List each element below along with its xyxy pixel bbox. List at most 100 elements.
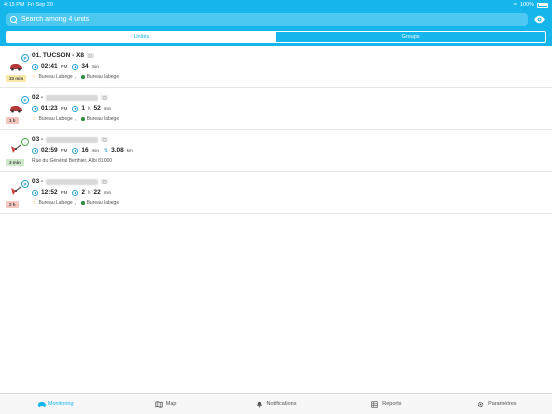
unit-name: 03 - <box>32 178 44 185</box>
tab-groups[interactable]: Groups <box>276 32 545 42</box>
unit-tag-icon: ▢ <box>87 53 94 58</box>
distance-unit: km <box>126 148 133 153</box>
star-icon: ☆ <box>32 200 37 206</box>
duration-icon <box>72 105 79 112</box>
unit-row[interactable]: P 1 h 02 - ▢ 01:23 PM 1 h 52 min ☆ Bureau… <box>0 88 552 130</box>
distance-value: 3.08 <box>111 147 124 154</box>
location-secondary: Bureau labege <box>86 116 120 122</box>
unit-list: P 33 min 01. TUCSON - X8 ▢ 02:41 PM 34 m… <box>0 46 552 214</box>
unit-times: 12:52 PM 2 h 22 min <box>32 189 111 196</box>
location-secondary: Bureau labege <box>86 74 120 80</box>
tab-label: Reports <box>382 401 402 407</box>
unit-title: 03 - ▢ <box>32 136 108 143</box>
location-secondary: Bureau labege <box>86 200 120 206</box>
redacted-plate <box>46 94 99 101</box>
unit-icon-area: P 1 h <box>4 92 30 126</box>
unit-name: 01. TUCSON - X8 <box>32 52 85 59</box>
unit-icon-area: P 33 min <box>4 50 30 84</box>
duration-value: 2 <box>81 189 85 196</box>
route-icon: ⇅ <box>103 147 109 154</box>
unit-location: ☆ Bureau Labege, Bureau labege <box>32 74 120 80</box>
tab-paramtres[interactable]: Paramètres <box>442 394 552 414</box>
unit-icon-area: P 2 h <box>4 176 30 210</box>
clock-icon <box>32 189 38 196</box>
ampm: PM <box>60 64 68 69</box>
eye-icon[interactable] <box>533 14 546 25</box>
star-icon: ☆ <box>32 74 37 80</box>
parked-badge: P <box>21 96 29 104</box>
battery-text: 100% <box>519 2 534 8</box>
tab-map[interactable]: Map <box>110 394 220 414</box>
reports-icon <box>371 400 379 408</box>
unit-row[interactable]: ↑ 3 min 03 - ▢ 02:59 PM 16 min ⇅ 3.08 km… <box>0 130 552 172</box>
clock-icon <box>32 63 38 70</box>
search-bar[interactable] <box>6 13 528 26</box>
header: 4:15 PM Fri Sep 20 ≈ 100% Unités Groups <box>0 0 552 46</box>
time-text: 4:15 PM <box>4 2 25 8</box>
bottom-tab-bar: Monitoring Map Notifications Reports Par… <box>0 393 552 414</box>
search-icon <box>10 16 17 23</box>
duration-unit: h <box>88 106 91 111</box>
geofence-dot-icon <box>81 201 85 205</box>
unit-icon-area: ↑ 3 min <box>4 134 30 168</box>
duration-value: 34 <box>81 63 89 70</box>
gear-icon <box>477 401 485 408</box>
wifi-icon: ≈ <box>513 2 517 8</box>
redacted-plate <box>46 136 99 143</box>
ampm: PM <box>60 106 68 111</box>
unit-title: 02 - ▢ <box>32 94 108 101</box>
battery-icon <box>537 2 548 8</box>
status-duration-badge: 2 h <box>6 201 19 208</box>
duration-value: 1 <box>81 105 85 112</box>
moving-badge: ↑ <box>21 138 29 146</box>
unit-row[interactable]: P 33 min 01. TUCSON - X8 ▢ 02:41 PM 34 m… <box>0 46 552 88</box>
bell-icon <box>256 401 264 408</box>
duration-unit: min <box>91 64 99 69</box>
unit-tag-icon: ▢ <box>101 179 108 184</box>
tab-notifications[interactable]: Notifications <box>221 394 331 414</box>
segmented-control: Unités Groups <box>6 31 546 43</box>
unit-tag-icon: ▢ <box>101 95 108 100</box>
tab-units[interactable]: Unités <box>7 32 276 42</box>
unit-row[interactable]: P 2 h 03 - ▢ 12:52 PM 2 h 22 min ☆ Bureau… <box>0 172 552 214</box>
unit-name: 03 - <box>32 136 44 143</box>
duration-value: 16 <box>81 147 89 154</box>
last-time: 02:41 <box>41 63 58 70</box>
location-primary: Bureau Labege <box>38 116 73 122</box>
duration-unit-2: min <box>103 190 112 195</box>
unit-times: 01:23 PM 1 h 52 min <box>32 105 111 112</box>
duration-icon <box>72 147 79 154</box>
unit-location: ☆ Bureau Labege, Bureau labege <box>32 116 120 122</box>
status-time: 4:15 PM Fri Sep 20 <box>4 2 53 8</box>
status-duration-badge: 1 h <box>6 117 19 124</box>
car-icon <box>37 401 47 408</box>
parked-badge: P <box>21 180 29 188</box>
duration-unit: h <box>88 190 91 195</box>
duration-unit: min <box>91 148 99 153</box>
tab-label: Paramètres <box>488 401 517 407</box>
tab-reports[interactable]: Reports <box>331 394 441 414</box>
duration-value-2: 22 <box>93 189 101 196</box>
duration-icon <box>72 189 79 196</box>
duration-unit-2: min <box>103 106 112 111</box>
parked-badge: P <box>21 54 29 62</box>
geofence-dot-icon <box>81 117 85 121</box>
status-duration-badge: 3 min <box>6 159 24 166</box>
search-input[interactable] <box>21 16 501 23</box>
unit-times: 02:59 PM 16 min ⇅ 3.08 km <box>32 147 133 154</box>
geofence-dot-icon <box>81 75 85 79</box>
status-duration-badge: 33 min <box>6 75 27 82</box>
status-bar: 4:15 PM Fri Sep 20 ≈ 100% <box>0 0 552 10</box>
location-address: Rue du Général Berthier, Albi 81000 <box>32 158 113 164</box>
unit-tag-icon: ▢ <box>101 137 108 142</box>
last-time: 01:23 <box>41 105 58 112</box>
unit-name: 02 - <box>32 94 44 101</box>
clock-icon <box>32 147 38 154</box>
unit-location: ☆ Bureau Labege, Bureau labege <box>32 200 120 206</box>
tab-monitoring[interactable]: Monitoring <box>0 394 110 414</box>
redacted-plate <box>46 178 99 185</box>
tab-label: Map <box>165 401 177 407</box>
status-indicators: ≈ 100% <box>514 2 548 8</box>
unit-times: 02:41 PM 34 min <box>32 63 99 70</box>
location-primary: Bureau Labege <box>38 200 73 206</box>
